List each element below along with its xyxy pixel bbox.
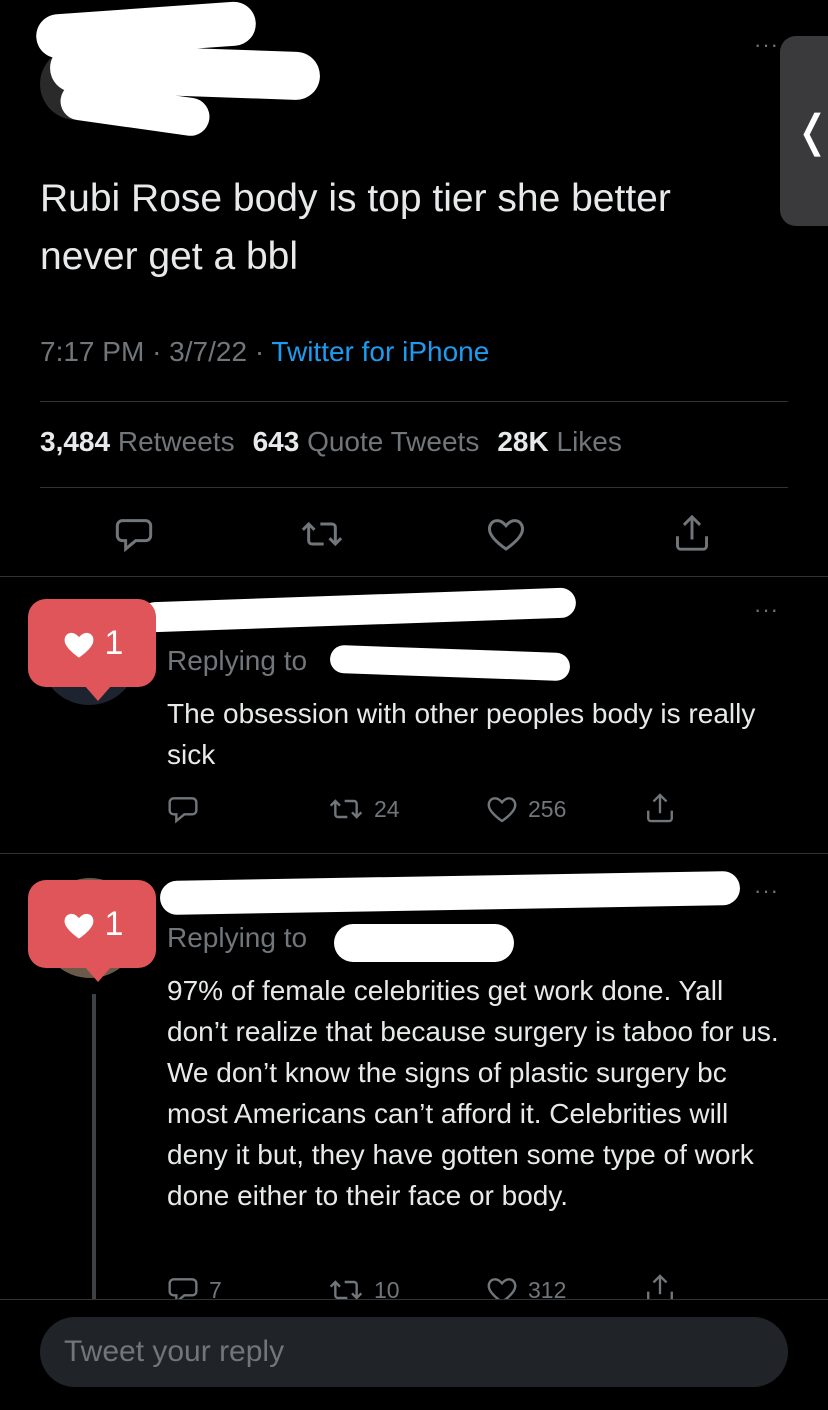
chevron-left-icon: ❬ [794,106,828,156]
likes-count: 28K [497,426,549,457]
reply-icon [168,1278,198,1299]
share-icon[interactable] [672,512,712,554]
like-icon [487,1278,517,1299]
retweet-icon [329,799,363,819]
reply-icon[interactable] [114,514,154,554]
badge-count: 1 [104,904,124,943]
composer-bar [0,1299,828,1410]
retweet-icon [329,1280,363,1299]
divider [40,487,788,488]
redaction-scribble [329,644,571,682]
retweet-icon[interactable] [300,514,344,554]
reply-2[interactable]: ··· 1 Replying to 97% of female celebrit… [0,854,828,1299]
share-icon [647,793,673,823]
likes-stat[interactable]: 28K Likes [497,426,622,458]
like-notification-badge: 1 [28,880,156,982]
redaction-scribble [334,924,514,962]
retweet-count: 10 [374,1276,400,1300]
tweet-date: 3/7/22 [169,336,248,367]
replying-to: Replying to [167,922,308,953]
reply-like-button[interactable]: 312 [486,1274,566,1299]
reply-icon [168,797,198,824]
reply-text: The obsession with other peoples body is… [167,698,756,770]
reply-comment-button[interactable]: 7 [167,1274,222,1299]
reply-like-button[interactable]: 256 [486,793,566,825]
badge-tail [84,966,112,982]
quotes-count: 643 [252,426,300,457]
tweet-text: Rubi Rose body is top tier she better ne… [40,177,671,278]
reply-share-button[interactable] [644,791,676,825]
heart-icon [64,632,93,658]
retweet-count: 24 [374,795,400,822]
meta-separator: · [152,336,162,367]
reply-more-button[interactable]: ··· [754,878,779,904]
tweet-stats: 3,484 Retweets 643 Quote Tweets 28K Like… [40,426,622,458]
redaction-scribble [159,870,741,916]
meta-separator: · [254,336,265,367]
divider [40,401,788,402]
tweet-meta: 7:17 PM · 3/7/22 · Twitter for iPhone [40,336,489,368]
tweet-more-button[interactable]: ··· [754,32,779,58]
quotes-label: Quote Tweets [307,426,480,457]
like-count: 312 [528,1276,567,1300]
reply-text: 97% of female celebrities get work done.… [167,975,779,1211]
retweets-count: 3,484 [40,426,111,457]
reply-more-button[interactable]: ··· [754,597,779,623]
tweet-source-link[interactable]: Twitter for iPhone [271,336,489,367]
badge-count: 1 [104,623,124,662]
heart-icon [64,913,93,939]
like-icon [487,797,517,823]
reply-comment-button[interactable] [167,793,199,825]
reply-retweet-button[interactable]: 10 [328,1274,400,1299]
tweet-time: 7:17 PM [40,336,145,367]
like-notification-badge: 1 [28,599,156,701]
like-icon[interactable] [486,514,526,554]
quotes-stat[interactable]: 643 Quote Tweets [253,426,480,458]
badge-tail [84,685,112,701]
retweets-label: Retweets [117,426,235,457]
reply-share-button[interactable] [644,1272,676,1299]
thread-line [92,994,96,1299]
replying-to: Replying to [167,645,308,676]
reply-1[interactable]: ··· 1 Replying to The obsession with oth… [0,577,828,853]
likes-label: Likes [556,426,622,457]
comment-count: 7 [209,1276,222,1300]
retweets-stat[interactable]: 3,484 Retweets [40,426,235,458]
redaction-scribble [139,587,577,633]
reply-input[interactable] [40,1317,788,1387]
side-panel-handle[interactable]: ❬ [780,36,828,226]
share-icon [647,1274,673,1299]
like-count: 256 [528,795,567,822]
reply-retweet-button[interactable]: 24 [328,793,400,825]
